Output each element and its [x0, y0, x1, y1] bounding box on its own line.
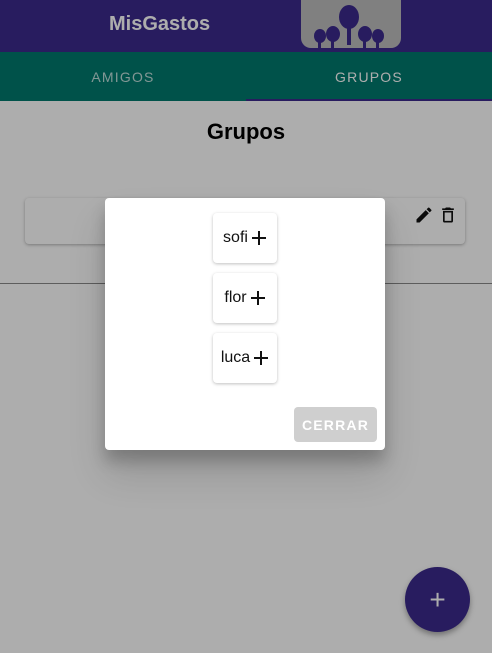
- member-name: luca: [220, 349, 251, 366]
- add-member-sofi-button[interactable]: sofi: [213, 213, 277, 263]
- members-dialog: sofi flor luca CERRAR: [105, 198, 385, 450]
- add-member-flor-button[interactable]: flor: [213, 273, 277, 323]
- plus-icon: [250, 291, 265, 305]
- member-name: flor: [224, 289, 247, 306]
- member-name: sofi: [223, 229, 248, 246]
- plus-icon: [254, 351, 269, 365]
- add-member-luca-button[interactable]: luca: [213, 333, 277, 383]
- close-button[interactable]: CERRAR: [294, 407, 377, 442]
- plus-icon: [251, 231, 266, 245]
